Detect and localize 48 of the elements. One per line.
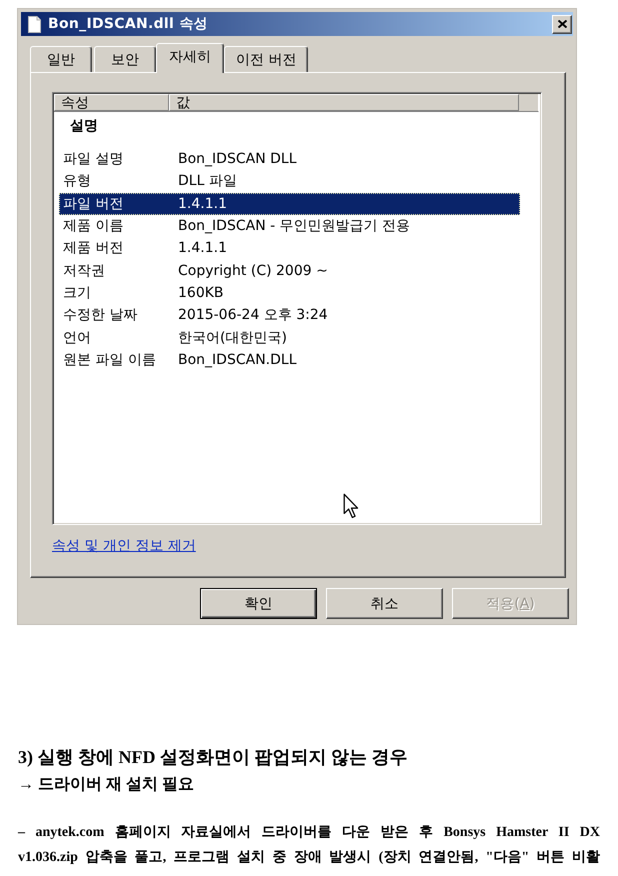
property-row[interactable]: 언어 한국어(대한민국) <box>59 326 520 349</box>
property-row[interactable]: 유형 DLL 파일 <box>59 170 520 193</box>
property-name: 저작권 <box>62 262 106 280</box>
cursor-icon <box>343 493 359 519</box>
property-value: Bon_IDSCAN.DLL <box>178 352 296 368</box>
dialog-button[interactable]: 취소 <box>326 588 443 619</box>
property-name: 파일 버전 <box>62 194 124 213</box>
property-row[interactable]: 파일 버전 1.4.1.1 <box>59 192 520 215</box>
file-icon <box>28 16 41 32</box>
property-row[interactable]: 제품 버전 1.4.1.1 <box>59 237 520 260</box>
property-value: 한국어(대한민국) <box>178 328 287 347</box>
remove-properties-link[interactable]: 속성 및 개인 정보 제거 <box>52 537 196 555</box>
property-row[interactable]: 크기 160KB <box>59 282 520 304</box>
tab[interactable]: 보안 <box>94 46 156 72</box>
property-value: Bon_IDSCAN - 무인민원발급기 전용 <box>178 217 410 236</box>
property-value: Copyright (C) 2009 ~ <box>178 262 328 279</box>
group-heading: 설명 <box>69 117 99 136</box>
property-name: 언어 <box>62 328 92 347</box>
section-subheading: → 드라이버 재 설치 필요 <box>18 775 195 795</box>
property-name: 유형 <box>62 172 92 190</box>
close-icon <box>558 20 566 28</box>
column-header[interactable]: 속성 <box>54 94 169 111</box>
property-row[interactable]: 원본 파일 이름 Bon_IDSCAN.DLL <box>59 348 520 371</box>
property-value: Bon_IDSCAN DLL <box>178 151 296 168</box>
body-paragraph: – anytek.com 홈페이지 자료실에서 드라이버를 다운 받은 후 Bonsys Hamster II DX v1.036.zip 압축을 풀고, 프로그램 설치 중 장애 발생시 (장치 연결안됨, "다음" 버튼 비활 <box>18 824 600 867</box>
property-name: 수정한 날짜 <box>62 306 138 324</box>
property-row[interactable]: 파일 설명 Bon_IDSCAN DLL <box>59 148 520 170</box>
property-name: 제품 이름 <box>62 217 124 236</box>
tab[interactable]: 자세히 <box>156 43 224 73</box>
property-value: DLL 파일 <box>178 172 237 190</box>
tab[interactable]: 일반 <box>30 46 92 72</box>
section-heading: 3) 실행 창에 NFD 설정화면이 팝업되지 않는 경우 <box>18 746 408 769</box>
column-header[interactable]: 값 <box>169 94 519 111</box>
window-title: Bon_IDSCAN.dll 속성 <box>48 15 208 33</box>
property-value: 1.4.1.1 <box>178 240 227 256</box>
property-name: 파일 설명 <box>62 150 124 168</box>
property-value: 2015-06-24 오후 3:24 <box>178 306 328 324</box>
property-value: 1.4.1.1 <box>178 196 227 212</box>
property-row[interactable]: 제품 이름 Bon_IDSCAN - 무인민원발급기 전용 <box>59 214 520 238</box>
property-row[interactable]: 수정한 날짜 2015-06-24 오후 3:24 <box>59 304 520 326</box>
dialog-button[interactable]: 확인 <box>200 588 317 619</box>
property-name: 크기 <box>62 284 92 302</box>
tab[interactable]: 이전 버전 <box>224 46 308 72</box>
property-name: 원본 파일 이름 <box>62 350 157 369</box>
property-value: 160KB <box>178 284 224 301</box>
property-row[interactable]: 저작권 Copyright (C) 2009 ~ <box>59 259 520 282</box>
close-button[interactable] <box>552 14 572 34</box>
property-name: 제품 버전 <box>62 239 124 258</box>
